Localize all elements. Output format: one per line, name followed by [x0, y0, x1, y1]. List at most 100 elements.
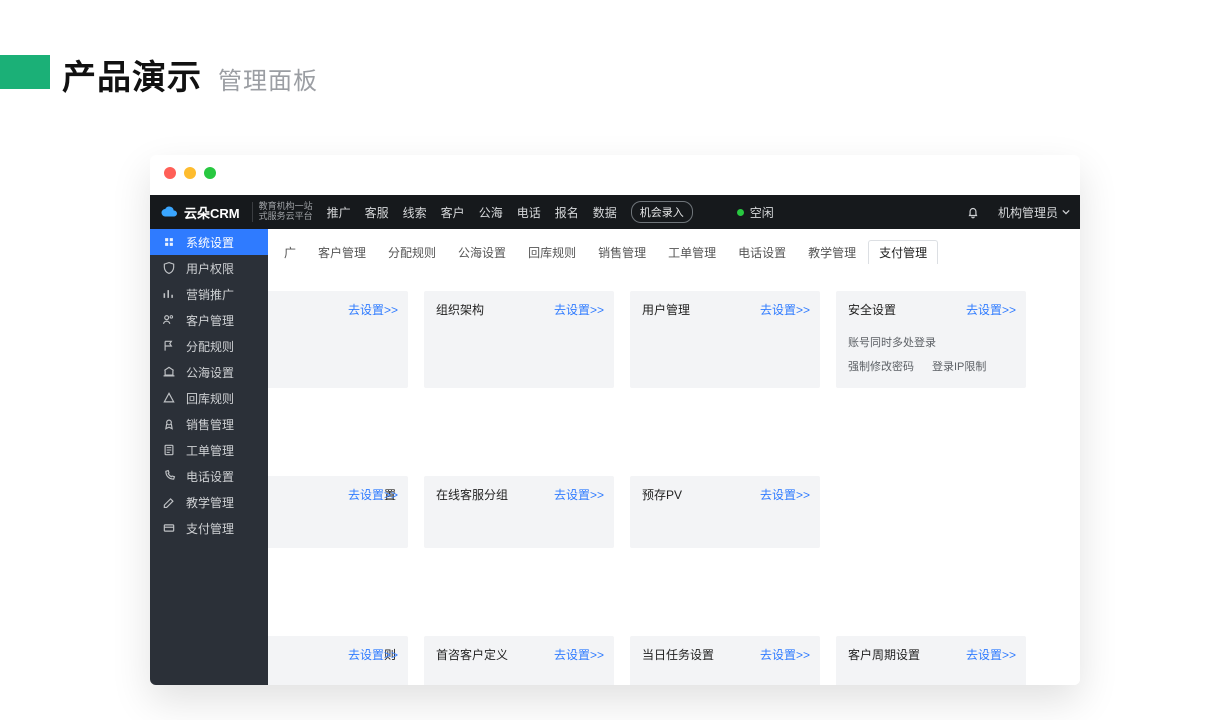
settings-card: 用户管理去设置>>: [630, 291, 820, 388]
sidebar-item-doc[interactable]: 工单管理: [150, 437, 268, 463]
go-settings-link[interactable]: 去设置>>: [554, 646, 604, 663]
go-settings-link[interactable]: 去设置>>: [348, 646, 398, 663]
go-settings-link[interactable]: 去设置>>: [966, 646, 1016, 663]
go-settings-link[interactable]: 去设置>>: [554, 301, 604, 318]
status-label: 空闲: [750, 204, 774, 221]
status-indicator[interactable]: 空闲: [737, 204, 774, 221]
sidebar-item-shield[interactable]: 用户权限: [150, 255, 268, 281]
settings-card: 安全设置去设置>>账号同时多处登录强制修改密码登录IP限制: [836, 291, 1026, 388]
sidebar-item-bank[interactable]: 公海设置: [150, 359, 268, 385]
card-tags: 账号同时多处登录强制修改密码 登录IP限制: [848, 334, 1014, 374]
bell-icon[interactable]: [966, 205, 980, 219]
sidebar-item-label: 用户权限: [186, 260, 234, 277]
shield-icon: [162, 261, 176, 275]
status-dot-icon: [737, 209, 744, 216]
phone-icon: [162, 469, 176, 483]
sidebar-item-bars[interactable]: 营销推广: [150, 281, 268, 307]
sidebar-item-label: 工单管理: [186, 442, 234, 459]
go-settings-link[interactable]: 去设置>>: [760, 301, 810, 318]
content: 广客户管理分配规则公海设置回库规则销售管理工单管理电话设置教学管理支付管理 去设…: [268, 229, 1080, 685]
settings-card: 首咨客户定义去设置>>: [424, 636, 614, 685]
tab-item[interactable]: 教学管理: [798, 241, 866, 264]
settings-card: 预存PV去设置>>: [630, 476, 820, 548]
close-window-icon[interactable]: [164, 167, 176, 179]
record-opportunity-button[interactable]: 机会录入: [631, 201, 693, 223]
sidebar-item-badge[interactable]: 销售管理: [150, 411, 268, 437]
settings-card: 客户周期设置去设置>>: [836, 636, 1026, 685]
bars-icon: [162, 287, 176, 301]
nav-item[interactable]: 客户: [441, 204, 465, 221]
nav-item[interactable]: 线索: [403, 204, 427, 221]
settings-card: 组织架构去设置>>: [424, 291, 614, 388]
nav-item[interactable]: 数据: [593, 204, 617, 221]
sidebar-item-label: 支付管理: [186, 520, 234, 537]
slide-subtitle: 管理面板: [218, 61, 318, 96]
card-row: 去设置>>组织架构去设置>>用户管理去设置>>安全设置去设置>>账号同时多处登录…: [268, 291, 1062, 388]
logo-text: 云朵CRM: [184, 203, 240, 222]
topbar: 云朵CRM 教育机构一站 式服务云平台 推广 客服 线索 客户 公海 电话 报名…: [150, 195, 1080, 229]
card-tag: 登录IP限制: [932, 358, 986, 374]
go-settings-link[interactable]: 去设置>>: [966, 301, 1016, 318]
sidebar-item-people[interactable]: 客户管理: [150, 307, 268, 333]
bank-icon: [162, 365, 176, 379]
tab-item[interactable]: 回库规则: [518, 241, 586, 264]
go-settings-link[interactable]: 去设置>>: [348, 301, 398, 318]
app-body: 系统设置用户权限营销推广客户管理分配规则公海设置回库规则销售管理工单管理电话设置…: [150, 229, 1080, 685]
settings-card: 则去设置>>: [268, 636, 408, 685]
card-tag: 账号同时多处登录: [848, 334, 936, 350]
sidebar-item-label: 电话设置: [186, 468, 234, 485]
triangle-icon: [162, 391, 176, 405]
cloud-icon: [160, 203, 178, 221]
card-tag: 强制修改密码: [848, 358, 914, 374]
sidebar-item-phone[interactable]: 电话设置: [150, 463, 268, 489]
settings-icon: [162, 235, 176, 249]
slide-title: 产品演示: [62, 50, 202, 99]
badge-icon: [162, 417, 176, 431]
card-icon: [162, 521, 176, 535]
tab-item[interactable]: 公海设置: [448, 241, 516, 264]
nav-item[interactable]: 报名: [555, 204, 579, 221]
doc-icon: [162, 443, 176, 457]
minimize-window-icon[interactable]: [184, 167, 196, 179]
sidebar-item-pencil[interactable]: 教学管理: [150, 489, 268, 515]
settings-card: 在线客服分组去设置>>: [424, 476, 614, 548]
app-window: 云朵CRM 教育机构一站 式服务云平台 推广 客服 线索 客户 公海 电话 报名…: [150, 155, 1080, 685]
logo[interactable]: 云朵CRM 教育机构一站 式服务云平台: [160, 202, 313, 222]
nav-item[interactable]: 推广: [327, 204, 351, 221]
settings-card: 置去设置>>: [268, 476, 408, 548]
maximize-window-icon[interactable]: [204, 167, 216, 179]
user-menu[interactable]: 机构管理员: [998, 204, 1070, 221]
tab-item[interactable]: 客户管理: [308, 241, 376, 264]
sidebar-item-card[interactable]: 支付管理: [150, 515, 268, 541]
sidebar-item-label: 系统设置: [186, 234, 234, 251]
tab-item[interactable]: 电话设置: [728, 241, 796, 264]
card-row: 则去设置>>首咨客户定义去设置>>当日任务设置去设置>>客户周期设置去设置>>: [268, 636, 1062, 685]
nav-item[interactable]: 客服: [365, 204, 389, 221]
card-row: 置去设置>>在线客服分组去设置>>预存PV去设置>>: [268, 476, 1062, 548]
tab-item[interactable]: 工单管理: [658, 241, 726, 264]
go-settings-link[interactable]: 去设置>>: [348, 486, 398, 503]
nav-item[interactable]: 公海: [479, 204, 503, 221]
window-controls: [164, 167, 216, 179]
nav-item[interactable]: 电话: [517, 204, 541, 221]
sidebar-item-settings[interactable]: 系统设置: [150, 229, 268, 255]
sidebar-item-label: 营销推广: [186, 286, 234, 303]
sidebar-item-label: 分配规则: [186, 338, 234, 355]
logo-subtext: 教育机构一站 式服务云平台: [252, 202, 313, 222]
tab-item[interactable]: 分配规则: [378, 241, 446, 264]
top-nav: 推广 客服 线索 客户 公海 电话 报名 数据: [327, 204, 617, 221]
go-settings-link[interactable]: 去设置>>: [760, 486, 810, 503]
tab-partial[interactable]: 广: [274, 241, 306, 264]
cards-area: 去设置>>组织架构去设置>>用户管理去设置>>安全设置去设置>>账号同时多处登录…: [268, 275, 1080, 685]
tab-item[interactable]: 支付管理: [868, 240, 938, 264]
tab-item[interactable]: 销售管理: [588, 241, 656, 264]
sidebar-item-label: 公海设置: [186, 364, 234, 381]
sidebar-item-triangle[interactable]: 回库规则: [150, 385, 268, 411]
sidebar-item-flag[interactable]: 分配规则: [150, 333, 268, 359]
sidebar-item-label: 教学管理: [186, 494, 234, 511]
sidebar-item-label: 客户管理: [186, 312, 234, 329]
flag-icon: [162, 339, 176, 353]
go-settings-link[interactable]: 去设置>>: [554, 486, 604, 503]
pencil-icon: [162, 495, 176, 509]
go-settings-link[interactable]: 去设置>>: [760, 646, 810, 663]
